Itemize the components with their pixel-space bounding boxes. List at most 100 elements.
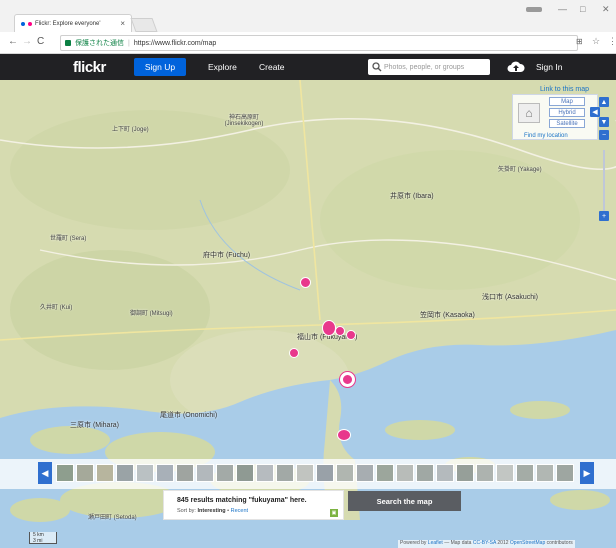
photo-thumbnail[interactable] — [376, 464, 394, 482]
photo-thumbnail[interactable] — [116, 464, 134, 482]
photo-thumbnail[interactable] — [256, 464, 274, 482]
home-icon[interactable]: ⌂ — [518, 103, 540, 123]
photo-thumbnail[interactable] — [456, 464, 474, 482]
place-label: 矢掛町 (Yakage) — [498, 167, 542, 173]
pan-up-icon[interactable]: ▲ — [599, 97, 609, 107]
place-label: 瀬戸田町 (Setoda) — [88, 515, 137, 521]
minimize-button[interactable]: — — [558, 4, 567, 14]
flickr-favicon-blue — [21, 21, 25, 26]
place-label: 府中市 (Fuchu) — [203, 252, 251, 259]
sort-interesting[interactable]: Interesting — [197, 508, 225, 514]
photo-thumbnail[interactable] — [236, 464, 254, 482]
search-the-map-button[interactable]: Search the map — [348, 491, 461, 511]
sort-recent[interactable]: Recent — [231, 508, 248, 514]
place-label: 浅口市 (Asakuchi) — [482, 294, 539, 301]
place-label: 三原市 (Mihara) — [70, 422, 120, 429]
address-toolbar: ← → C 保護された通信 | https://www.flickr.com/m… — [0, 32, 616, 54]
attrib-license-link[interactable]: CC-BY-SA — [473, 540, 496, 546]
reload-icon[interactable]: C — [37, 36, 44, 47]
photo-thumbnail[interactable] — [316, 464, 334, 482]
tab-close-icon[interactable]: × — [120, 19, 125, 28]
photo-thumbnail[interactable] — [496, 464, 514, 482]
back-icon[interactable]: ← — [8, 36, 18, 47]
photo-cluster-pin[interactable] — [337, 429, 351, 441]
photo-thumbnail[interactable] — [556, 464, 574, 482]
nav-explore[interactable]: Explore — [208, 62, 237, 72]
attrib-powered: Powered by — [400, 540, 427, 546]
photo-cluster-pin-selected[interactable] — [342, 374, 353, 385]
photo-thumbnail[interactable] — [216, 464, 234, 482]
attrib-data: — Map data — [444, 540, 472, 546]
browser-tab[interactable]: Flickr: Explore everyone' × — [14, 14, 132, 32]
new-tab-button[interactable] — [130, 18, 158, 32]
map-type-hybrid[interactable]: Hybrid — [549, 108, 585, 117]
attrib-leaflet-link[interactable]: Leaflet — [428, 540, 443, 546]
maximize-button[interactable]: □ — [580, 4, 585, 14]
attrib-year: 2012 — [497, 540, 509, 546]
photo-thumbnail[interactable] — [356, 464, 374, 482]
attrib-contrib: contributors — [546, 540, 573, 546]
zoom-out-button[interactable]: − — [599, 130, 609, 140]
place-label: 尾道市 (Onomichi) — [160, 412, 218, 419]
strip-next-icon[interactable]: ▶ — [580, 462, 594, 484]
photo-cluster-pin[interactable] — [346, 330, 356, 340]
photo-cluster-pin[interactable] — [322, 320, 336, 336]
nav-create[interactable]: Create — [259, 62, 285, 72]
translate-icon[interactable]: ⊞ — [576, 37, 583, 46]
photo-thumbnail[interactable] — [476, 464, 494, 482]
search-input[interactable]: Photos, people, or groups — [368, 59, 490, 75]
photo-thumbnail[interactable] — [296, 464, 314, 482]
photo-thumbnail[interactable] — [76, 464, 94, 482]
secure-label: 保護された通信 — [75, 40, 124, 47]
link-to-map[interactable]: Link to this map — [540, 86, 589, 93]
photo-thumbnail[interactable] — [56, 464, 74, 482]
sort-prefix: Sort by: — [177, 508, 196, 514]
sort-separator: • — [227, 508, 230, 514]
pan-down-icon[interactable]: ▼ — [599, 117, 609, 127]
url-bar[interactable]: 保護された通信 | https://www.flickr.com/map — [60, 35, 578, 51]
zoom-in-button[interactable]: + — [599, 211, 609, 221]
photo-thumbnail[interactable] — [176, 464, 194, 482]
photo-thumbnail[interactable] — [96, 464, 114, 482]
search-placeholder: Photos, people, or groups — [384, 63, 465, 71]
map-type-map[interactable]: Map — [549, 97, 585, 106]
photo-thumbnail[interactable] — [196, 464, 214, 482]
profile-icon[interactable] — [526, 7, 542, 12]
lock-icon — [65, 40, 71, 46]
photo-thumbnail[interactable] — [136, 464, 154, 482]
place-label: 世羅町 (Sera) — [50, 236, 87, 242]
signup-button[interactable]: Sign Up — [134, 58, 186, 76]
photo-thumbnail[interactable] — [436, 464, 454, 482]
pan-left-icon[interactable]: ◀ — [590, 107, 600, 117]
photo-cluster-pin[interactable] — [289, 348, 299, 358]
browser-menu-icon[interactable]: ⋮ — [608, 36, 616, 47]
place-label: 井原市 (Ibara) — [390, 193, 434, 200]
close-window-button[interactable]: ✕ — [602, 4, 610, 15]
attrib-osm-link[interactable]: OpenStreetMap — [510, 540, 545, 546]
url-text: https://www.flickr.com/map — [133, 39, 217, 47]
map-type-satellite[interactable]: Satellite — [549, 119, 585, 128]
results-panel: 845 results matching "fukuyama" here. So… — [163, 490, 344, 520]
photo-thumbnail[interactable] — [536, 464, 554, 482]
photo-thumbnail[interactable] — [396, 464, 414, 482]
zoom-slider[interactable] — [603, 150, 605, 212]
upload-cloud-icon[interactable] — [507, 60, 525, 73]
map-attribution: Powered by Leaflet — Map data CC-BY-SA 2… — [398, 540, 575, 548]
bookmark-star-icon[interactable]: ☆ — [592, 36, 600, 47]
photo-thumbnail[interactable] — [416, 464, 434, 482]
sort-options: Sort by: Interesting • Recent — [177, 508, 248, 514]
photo-thumbnail[interactable] — [156, 464, 174, 482]
signin-link[interactable]: Sign In — [536, 62, 562, 72]
find-my-location[interactable]: Find my location — [524, 133, 568, 139]
photo-thumbnail[interactable] — [336, 464, 354, 482]
photo-cluster-pin[interactable] — [300, 277, 311, 288]
photo-cluster-pin[interactable] — [335, 326, 345, 336]
forward-icon[interactable]: → — [22, 36, 32, 47]
photo-thumbnail[interactable] — [516, 464, 534, 482]
photo-thumbnail[interactable] — [276, 464, 294, 482]
map-scale: 5 km 3 mi — [29, 532, 57, 544]
flickr-logo[interactable]: flickr — [73, 59, 106, 76]
place-label: 御調町 (Mitsugi) — [130, 311, 173, 317]
results-toggle-icon[interactable]: ▣ — [330, 509, 338, 517]
strip-prev-icon[interactable]: ◀ — [38, 462, 52, 484]
